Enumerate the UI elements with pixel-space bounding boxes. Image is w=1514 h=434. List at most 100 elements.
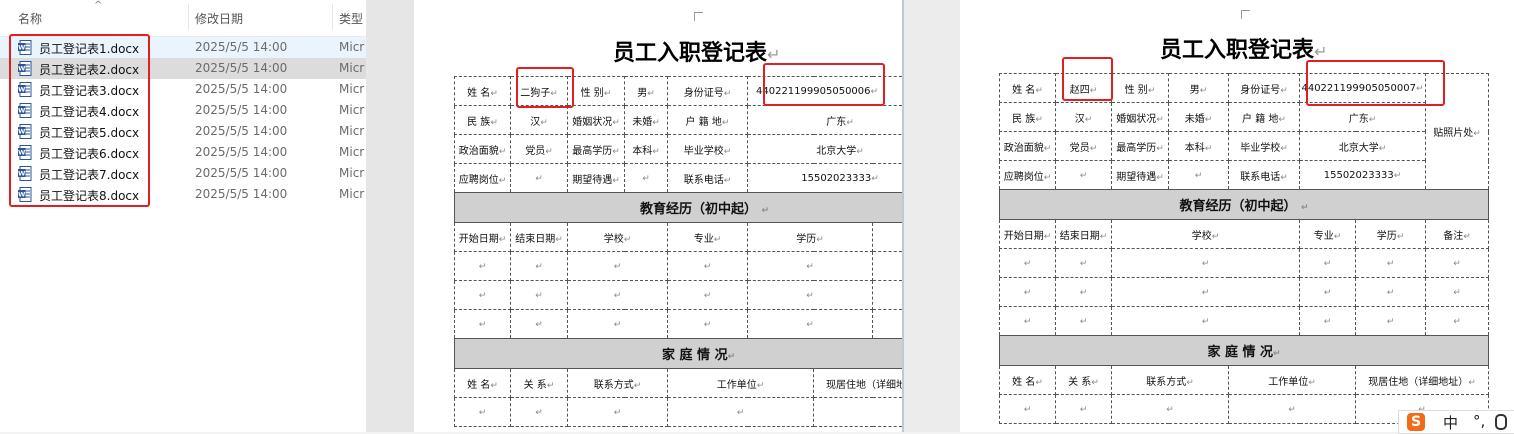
label-political: 政治面貌↵	[999, 131, 1056, 161]
family-cell[interactable]: ↵	[454, 397, 511, 427]
edu-cell[interactable]: ↵	[667, 251, 748, 281]
edu-cell[interactable]: ↵	[510, 309, 568, 339]
sogou-logo-icon[interactable]: S	[1407, 413, 1425, 431]
edu-cell[interactable]: ↵	[1111, 277, 1300, 307]
value-marital[interactable]: 未婚↵	[1168, 102, 1229, 132]
edu-cell[interactable]: ↵	[1425, 248, 1490, 278]
edu-cell[interactable]: ↵	[510, 251, 568, 281]
file-row[interactable]: W 员工登记表5.docx 2025/5/5 14:00 Micr	[0, 121, 366, 142]
edu-cell[interactable]: ↵	[1354, 248, 1427, 278]
family-header-contact: 联系方式↵	[567, 368, 668, 398]
file-row[interactable]: W 员工登记表1.docx 2025/5/5 14:00 Micr	[0, 37, 366, 58]
edu-cell[interactable]: ↵	[1111, 248, 1300, 278]
edu-cell[interactable]: ↵	[1055, 277, 1112, 307]
word-doc-icon: W	[18, 124, 32, 139]
edu-cell[interactable]	[871, 251, 902, 281]
edu-cell[interactable]: ↵	[1299, 277, 1356, 307]
file-row[interactable]: W 员工登记表7.docx 2025/5/5 14:00 Micr	[0, 163, 366, 184]
edu-cell[interactable]: ↵	[1354, 306, 1427, 336]
column-divider[interactable]	[188, 4, 189, 30]
value-hukou[interactable]: 广东↵	[746, 105, 902, 135]
value-position[interactable]: ↵	[510, 163, 568, 193]
edu-cell[interactable]: ↵	[1425, 277, 1490, 307]
column-type[interactable]: 类型	[339, 10, 363, 27]
value-phone[interactable]: 15502023333↵	[746, 163, 902, 193]
file-row[interactable]: W 员工登记表3.docx 2025/5/5 14:00 Micr	[0, 79, 366, 100]
edu-cell[interactable]: ↵	[1425, 306, 1490, 336]
edu-cell[interactable]: ↵	[747, 309, 873, 339]
value-gender[interactable]: 男↵	[624, 76, 668, 106]
edu-cell[interactable]: ↵	[567, 251, 668, 281]
family-cell[interactable]: ↵	[999, 394, 1056, 424]
family-cell[interactable]: ↵	[510, 397, 568, 427]
edu-cell[interactable]: ↵	[454, 251, 511, 281]
form-table: 姓 名↵ 赵四↵ 性 别↵ 男↵ 身份证号↵ 44022119990505000…	[998, 73, 1490, 424]
column-name[interactable]: 名称	[18, 10, 42, 27]
family-cell[interactable]: ↵	[1111, 394, 1229, 424]
edu-cell[interactable]: ↵	[567, 309, 668, 339]
edu-cell[interactable]: ↵	[454, 280, 511, 310]
value-id[interactable]: 440221199905050006↵	[746, 76, 902, 106]
word-doc-icon: W	[18, 166, 32, 181]
column-divider[interactable]	[332, 4, 333, 30]
value-salary[interactable]: ↵	[624, 163, 668, 193]
value-phone[interactable]: 15502023333↵	[1298, 160, 1427, 190]
edu-cell[interactable]: ↵	[510, 280, 568, 310]
edu-cell[interactable]: ↵	[567, 280, 668, 310]
value-hukou[interactable]: 广东↵	[1298, 102, 1427, 132]
file-row[interactable]: W 员工登记表6.docx 2025/5/5 14:00 Micr	[0, 142, 366, 163]
value-education[interactable]: 本科↵	[624, 134, 668, 164]
ime-toolbar[interactable]: S 中 °,	[1398, 410, 1514, 434]
value-ethnic[interactable]: 汉↵	[510, 105, 568, 135]
ime-mode-toggle[interactable]: 中	[1443, 412, 1458, 433]
file-type: Micr	[339, 103, 365, 117]
edu-cell[interactable]: ↵	[999, 277, 1056, 307]
value-position[interactable]: ↵	[1055, 160, 1112, 190]
edu-cell[interactable]: ↵	[1299, 306, 1356, 336]
edu-cell[interactable]: ↵	[1055, 306, 1112, 336]
edu-cell[interactable]: ↵	[999, 306, 1056, 336]
value-political[interactable]: 党员↵	[1055, 131, 1112, 161]
column-modified[interactable]: 修改日期	[195, 10, 243, 27]
edu-cell[interactable]: ↵	[747, 280, 873, 310]
family-cell[interactable]: ↵	[1228, 394, 1356, 424]
edu-cell[interactable]: ↵	[1354, 277, 1427, 307]
file-row[interactable]: W 员工登记表8.docx 2025/5/5 14:00 Micr	[0, 184, 366, 205]
edu-cell[interactable]: ↵	[1299, 248, 1356, 278]
family-cell[interactable]	[812, 397, 902, 427]
file-type: Micr	[339, 187, 365, 201]
svg-text:W: W	[18, 191, 25, 199]
file-name: 员工登记表4.docx	[39, 105, 140, 119]
value-id[interactable]: 440221199905050007↵	[1298, 73, 1427, 103]
family-cell[interactable]: ↵	[567, 397, 668, 427]
value-marital[interactable]: 未婚↵	[624, 105, 668, 135]
edu-cell[interactable]: ↵	[1055, 248, 1112, 278]
edu-cell[interactable]	[871, 309, 902, 339]
file-row[interactable]: W 员工登记表4.docx 2025/5/5 14:00 Micr	[0, 100, 366, 121]
value-name[interactable]: 赵四↵	[1055, 73, 1112, 103]
edu-cell[interactable]: ↵	[999, 248, 1056, 278]
value-political[interactable]: 党员↵	[510, 134, 568, 164]
edu-cell[interactable]: ↵	[667, 280, 748, 310]
value-education[interactable]: 本科↵	[1168, 131, 1229, 161]
value-salary[interactable]: ↵	[1168, 160, 1229, 190]
edu-cell[interactable]: ↵	[667, 309, 748, 339]
file-row[interactable]: W 员工登记表2.docx 2025/5/5 14:00 Micr	[0, 58, 366, 79]
label-political: 政治面貌↵	[454, 134, 511, 164]
education-section-header: 教育经历（初中起） ↵	[998, 189, 1490, 220]
family-cell[interactable]: ↵	[667, 397, 814, 427]
value-name[interactable]: 二狗子↵	[510, 76, 568, 106]
ime-punctuation-toggle[interactable]: °,	[1473, 412, 1485, 430]
edu-cell[interactable]: ↵	[1111, 306, 1300, 336]
value-gender[interactable]: 男↵	[1168, 73, 1229, 103]
family-cell[interactable]: ↵	[1055, 394, 1112, 424]
value-school[interactable]: 北京大学↵	[1298, 131, 1427, 161]
microphone-icon[interactable]	[1495, 414, 1507, 430]
value-school[interactable]: 北京大学↵	[746, 134, 902, 164]
edu-cell[interactable]	[871, 280, 902, 310]
edu-cell[interactable]: ↵	[454, 309, 511, 339]
value-ethnic[interactable]: 汉↵	[1055, 102, 1112, 132]
edu-cell[interactable]: ↵	[747, 251, 873, 281]
word-doc-icon: W	[18, 82, 32, 97]
family-header-employer: 工作单位↵	[1228, 365, 1356, 395]
